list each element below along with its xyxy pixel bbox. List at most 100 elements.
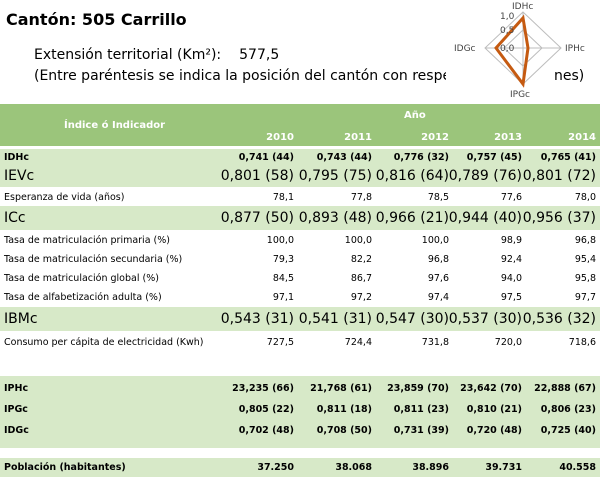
row-label: IBMc: [4, 311, 38, 327]
table-row: Consumo per cápita de electricidad (Kwh)…: [0, 332, 600, 352]
table-cell: 0,536 (32): [522, 311, 596, 327]
table-row: Población (habitantes) 37.250 38.068 38.…: [0, 458, 600, 477]
radar-tick-1: 1,0: [500, 12, 515, 22]
year-col: 2012: [421, 132, 449, 143]
year-col: 2010: [266, 132, 294, 143]
table-row: IPGc 0,805 (22) 0,811 (18) 0,811 (23) 0,…: [0, 401, 600, 418]
extension-label: Extensión territorial (Km²):: [34, 47, 222, 63]
table-cell: 0,893 (48): [298, 210, 372, 226]
radar-label-iphc: IPHc: [565, 44, 585, 54]
row-label: Tasa de matriculación primaria (%): [4, 235, 170, 246]
table-cell: 21,768 (61): [310, 383, 372, 394]
header-indicator-label: Índice ó Indicador: [64, 120, 166, 131]
page-title: Cantón: 505 Carrillo: [6, 10, 187, 29]
table-cell: 0,776 (32): [393, 151, 449, 163]
table-cell: 94,0: [500, 273, 522, 284]
table-header: Índice ó Indicador Año 2010 2011 2012 20…: [0, 104, 600, 146]
table-cell: 0,801 (72): [522, 168, 596, 184]
radar-tick-0: 0,0: [500, 44, 515, 54]
table-cell: 0,725 (40): [540, 425, 596, 436]
table-cell: 98,9: [500, 235, 522, 246]
table-cell: 0,537 (30): [448, 311, 522, 327]
table-cell: 100,0: [421, 235, 449, 246]
table-cell: 84,5: [272, 273, 294, 284]
table-cell: 0,741 (44): [238, 151, 294, 163]
row-label: IPGc: [4, 404, 28, 415]
table-cell: 79,3: [272, 254, 294, 265]
table-cell: 78,5: [427, 191, 449, 203]
table-cell: 97,1: [272, 292, 294, 303]
table-cell: 78,0: [574, 191, 596, 203]
row-label: ICc: [4, 210, 26, 226]
radar-label-idgc: IDGc: [454, 44, 476, 54]
table-cell: 23,642 (70): [460, 383, 522, 394]
table-cell: 720,0: [494, 336, 522, 348]
table-cell: 97,6: [427, 273, 449, 284]
table-cell: 37.250: [257, 462, 294, 473]
table-cell: 0,720 (48): [466, 425, 522, 436]
table-cell: 86,7: [350, 273, 372, 284]
table-row: Tasa de matriculación secundaria (%) 79,…: [0, 250, 600, 269]
table-cell: 77,6: [500, 191, 522, 203]
table-cell: 96,8: [427, 254, 449, 265]
year-col: 2013: [494, 132, 522, 143]
table-cell: 0,956 (37): [522, 210, 596, 226]
table-row: Tasa de matriculación global (%) 84,5 86…: [0, 269, 600, 288]
table-cell: 0,877 (50): [220, 210, 294, 226]
table-cell: 95,8: [574, 273, 596, 284]
table-cell: 0,811 (18): [316, 404, 372, 415]
table-cell: 97,4: [427, 292, 449, 303]
table-cell: 100,0: [344, 235, 372, 246]
table-cell: 0,708 (50): [316, 425, 372, 436]
table-cell: 0,731 (39): [393, 425, 449, 436]
table-cell: 718,6: [568, 336, 596, 348]
table-cell: 38.896: [412, 462, 449, 473]
table-cell: 100,0: [266, 235, 294, 246]
table-row: IEVc 0,801 (58) 0,795 (75) 0,816 (64) 0,…: [0, 165, 600, 187]
year-col: 2014: [568, 132, 596, 143]
radar-svg: 1,0 0,5 0,0 IDHc IPHc IPGc IDGc: [454, 2, 585, 100]
table-cell: 731,8: [421, 336, 449, 348]
table-cell: 95,4: [574, 254, 596, 265]
table-cell: 0,811 (23): [393, 404, 449, 415]
table-cell: 0,743 (44): [316, 151, 372, 163]
table-cell: 78,1: [272, 191, 294, 203]
radar-label-idhc: IDHc: [512, 2, 533, 12]
table-cell: 0,795 (75): [298, 168, 372, 184]
table-row: Esperanza de vida (años) 78,1 77,8 78,5 …: [0, 188, 600, 206]
table-cell: 0,789 (76): [448, 168, 522, 184]
row-label: Consumo per cápita de electricidad (Kwh): [4, 336, 204, 348]
table-cell: 727,5: [266, 336, 294, 348]
table-row: IDGc 0,702 (48) 0,708 (50) 0,731 (39) 0,…: [0, 422, 600, 439]
table-cell: 0,757 (45): [466, 151, 522, 163]
table-cell: 97,7: [574, 292, 596, 303]
table-cell: 0,541 (31): [298, 311, 372, 327]
extension-value: 577,5: [239, 47, 280, 63]
table-cell: 0,801 (58): [220, 168, 294, 184]
row-label: Esperanza de vida (años): [4, 191, 125, 203]
table-cell: 92,4: [500, 254, 522, 265]
table-cell: 0,547 (30): [375, 311, 449, 327]
table-row: IPHc 23,235 (66) 21,768 (61) 23,859 (70)…: [0, 380, 600, 397]
row-label: Tasa de matriculación secundaria (%): [4, 254, 183, 265]
table-cell: 22,888 (67): [534, 383, 596, 394]
table-cell: 77,8: [350, 191, 372, 203]
row-label: IEVc: [4, 168, 35, 184]
territorial-extension: Extensión territorial (Km²): 577,5: [34, 47, 279, 63]
table-cell: 23,235 (66): [232, 383, 294, 394]
position-note: (Entre paréntesis se indica la posición …: [34, 68, 509, 84]
table-cell: 0,806 (23): [540, 404, 596, 415]
table-cell: 39.731: [485, 462, 522, 473]
radar-label-ipgc: IPGc: [510, 90, 530, 100]
position-note-tail: nes): [554, 68, 585, 84]
table-cell: 97,5: [500, 292, 522, 303]
row-label: IPHc: [4, 383, 29, 394]
table-cell: 82,2: [350, 254, 372, 265]
table-cell: 0,805 (22): [238, 404, 294, 415]
radar-chart: 1,0 0,5 0,0 IDHc IPHc IPGc IDGc: [446, 0, 600, 104]
row-label: Tasa de matriculación global (%): [4, 273, 159, 284]
table-cell: 0,816 (64): [375, 168, 449, 184]
table-cell: 0,765 (41): [540, 151, 596, 163]
table-cell: 724,4: [344, 336, 372, 348]
table-row: IBMc 0,543 (31) 0,541 (31) 0,547 (30) 0,…: [0, 307, 600, 331]
